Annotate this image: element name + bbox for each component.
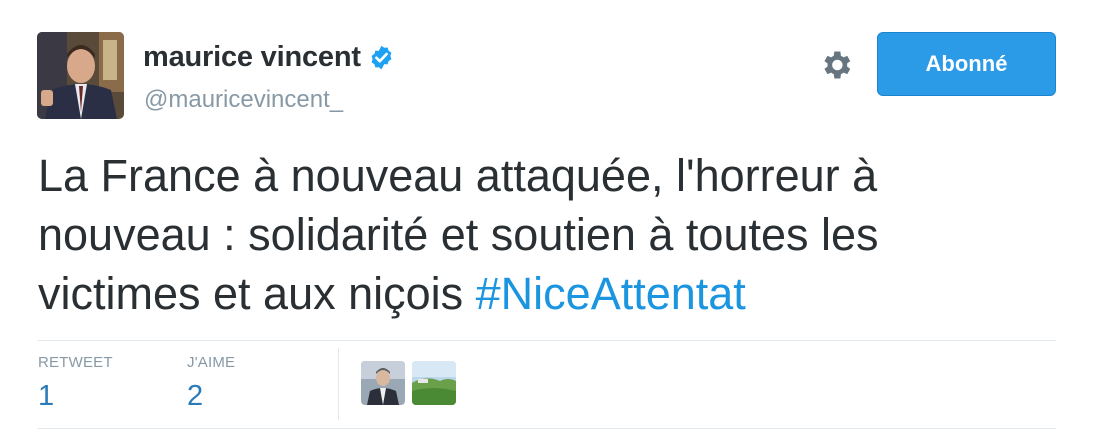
tweet-text-line: La France à nouveau attaquée, l'horreur … <box>38 150 878 201</box>
verified-badge-icon <box>371 45 392 70</box>
tweet-text-line: nouveau : solidarité et soutien à toutes… <box>38 209 879 260</box>
retweet-label: RETWEET <box>38 354 113 371</box>
author-display-name[interactable]: maurice vincent <box>143 41 361 74</box>
hashtag-link[interactable]: #NiceAttentat <box>476 268 746 319</box>
retweet-stat[interactable]: RETWEET 1 <box>38 354 113 413</box>
like-label: J'AIME <box>187 354 236 371</box>
tweet-text: La France à nouveau attaquée, l'horreur … <box>38 146 1058 323</box>
like-count[interactable]: 2 <box>187 380 235 413</box>
liker-avatar[interactable] <box>361 361 405 405</box>
gear-icon[interactable] <box>818 47 854 83</box>
retweet-count[interactable]: 1 <box>38 380 113 413</box>
stats-separator <box>338 348 339 420</box>
follow-button[interactable]: Abonné <box>877 32 1056 96</box>
stats-bottom-divider <box>38 428 1056 429</box>
author-handle[interactable]: @mauricevincent_ <box>144 86 343 114</box>
like-stat[interactable]: J'AIME 2 <box>187 354 235 413</box>
stats-top-divider <box>38 340 1056 341</box>
author-name-row: maurice vincent <box>143 41 395 74</box>
liker-avatar[interactable] <box>412 361 456 405</box>
tweet-text-line: victimes et aux niçois <box>38 268 476 319</box>
author-avatar[interactable] <box>37 32 124 119</box>
